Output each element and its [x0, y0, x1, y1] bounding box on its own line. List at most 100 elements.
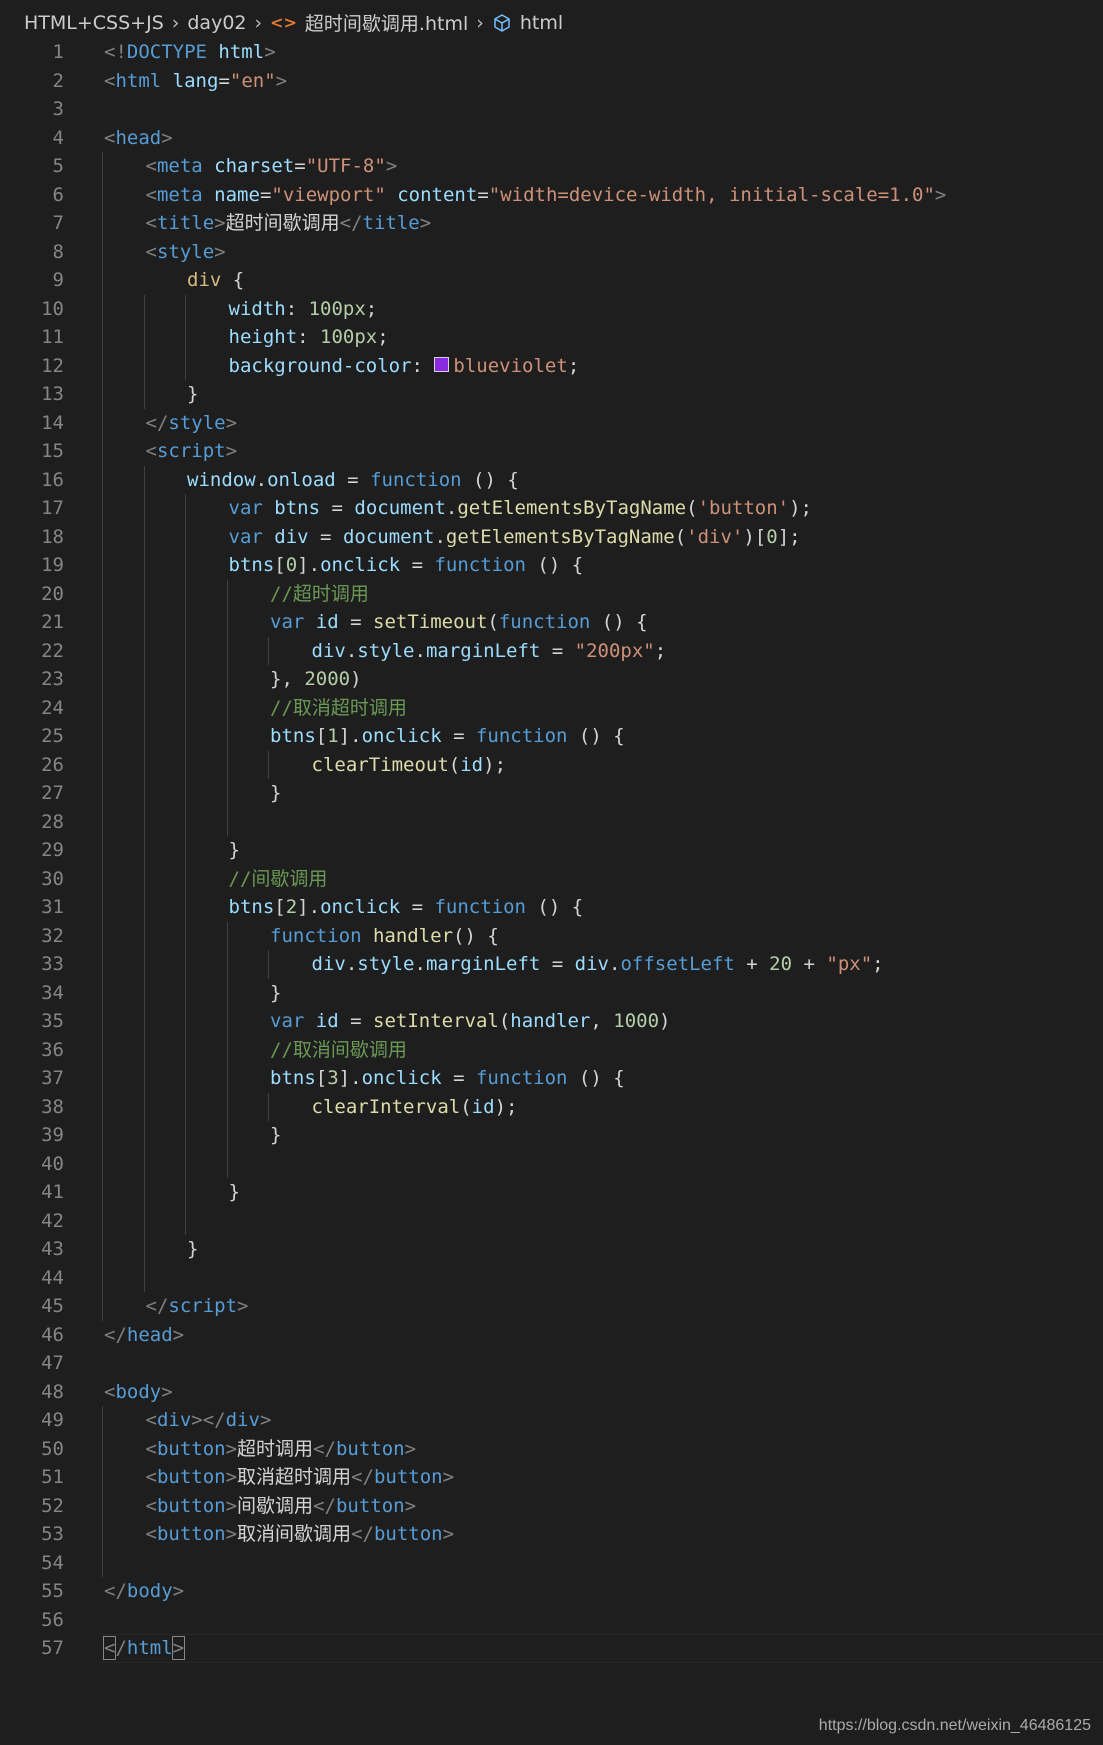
code-line[interactable]: 35 var id = setInterval(handler, 1000): [0, 1007, 1103, 1036]
indent-guide: [143, 893, 145, 922]
code-editor[interactable]: HTML+CSS+JS › day02 › <> 超时间歇调用.html › h…: [0, 0, 1103, 1745]
code-line[interactable]: 53 <button>取消间歇调用</button>: [0, 1520, 1103, 1549]
code-line[interactable]: 23}, 2000): [0, 665, 1103, 694]
code-area[interactable]: 1 <!DOCTYPE html> 2 <html lang="en"> 3 4 <head…: [0, 38, 1103, 1663]
code-token: <: [145, 212, 157, 234]
code-line[interactable]: 25 btns[1].onclick = function () {: [0, 722, 1103, 751]
line-number: 39: [41, 1124, 64, 1146]
code-text: <button>取消间歇调用</button>: [146, 1520, 455, 1549]
indent-guide: [102, 209, 103, 238]
code-line[interactable]: 38 clearInterval(id);: [0, 1092, 1103, 1121]
code-line[interactable]: 19 btns[0].onclick = function () {: [0, 551, 1103, 580]
code-line[interactable]: 7 <title>超时间歇调用</title>: [0, 209, 1103, 238]
matched-bracket: >: [171, 1636, 186, 1660]
code-line[interactable]: 37 btns[3].onclick = function () {: [0, 1064, 1103, 1093]
code-line[interactable]: 17 var btns = document.getElementsByTagNa…: [0, 494, 1103, 523]
code-line[interactable]: 8 <style>: [0, 237, 1103, 266]
code-token: //取消间歇调用: [270, 1038, 407, 1061]
code-token: function: [475, 1067, 568, 1089]
code-line[interactable]: 48 <body>: [0, 1378, 1103, 1407]
indent-guide: [226, 722, 228, 751]
code-line[interactable]: 18 var div = document.getElementsByTagNam…: [0, 522, 1103, 551]
code-line[interactable]: 43}: [0, 1235, 1103, 1264]
code-line[interactable]: 40: [0, 1149, 1103, 1178]
code-line[interactable]: 4 <head>: [0, 124, 1103, 153]
code-token: (: [674, 525, 687, 548]
code-line[interactable]: 12 background-color: blueviolet;: [0, 351, 1103, 380]
breadcrumb-folder-root[interactable]: HTML+CSS+JS: [24, 12, 164, 34]
code-line[interactable]: 29}: [0, 836, 1103, 865]
code-line[interactable]: 36 //取消间歇调用: [0, 1035, 1103, 1064]
code-line[interactable]: 45 </script>: [0, 1292, 1103, 1321]
code-line[interactable]: 21 var id = setTimeout(function () {: [0, 608, 1103, 637]
indent-guide: [102, 522, 103, 551]
code-line[interactable]: 24 //取消超时调用: [0, 693, 1103, 722]
breadcrumb-folder-day02[interactable]: day02: [187, 12, 246, 34]
code-line[interactable]: 51 <button>取消超时调用</button>: [0, 1463, 1103, 1492]
code-line[interactable]: 52 <button>间歇调用</button>: [0, 1491, 1103, 1520]
code-line[interactable]: 34}: [0, 978, 1103, 1007]
code-line[interactable]: 47: [0, 1349, 1103, 1378]
code-line[interactable]: 13}: [0, 380, 1103, 409]
code-token: button: [156, 1437, 226, 1460]
indent-guide: [143, 1206, 145, 1235]
line-number: 5: [52, 155, 64, 177]
code-line[interactable]: 50 <button>超时调用</button>: [0, 1434, 1103, 1463]
code-token: [: [274, 896, 286, 918]
code-line[interactable]: 42: [0, 1206, 1103, 1235]
indent-guide: [102, 1178, 103, 1207]
code-token: ;: [365, 297, 378, 320]
code-token: meta: [156, 183, 203, 206]
line-number: 13: [41, 383, 64, 405]
code-line[interactable]: 27}: [0, 779, 1103, 808]
code-line[interactable]: 46 </head>: [0, 1321, 1103, 1350]
code-text: div {: [187, 266, 244, 295]
code-line[interactable]: 15 <script>: [0, 437, 1103, 466]
code-line[interactable]: 41}: [0, 1178, 1103, 1207]
code-line[interactable]: 10 width: 100px;: [0, 294, 1103, 323]
line-number: 8: [52, 240, 64, 263]
code-line[interactable]: 14 </style>: [0, 408, 1103, 437]
code-line[interactable]: 26 clearTimeout(id);: [0, 750, 1103, 780]
code-line[interactable]: 2 <html lang="en">: [0, 67, 1103, 96]
code-line[interactable]: 56: [0, 1606, 1103, 1635]
code-line[interactable]: 28: [0, 807, 1103, 836]
code-token: marginLeft: [425, 953, 541, 975]
code-line[interactable]: 6 <meta name="viewport" content="width=de…: [0, 180, 1103, 209]
code-line[interactable]: 1 <!DOCTYPE html>: [0, 38, 1103, 67]
code-line[interactable]: 55 </body>: [0, 1577, 1103, 1606]
code-line[interactable]: 30 //间歇调用: [0, 864, 1103, 893]
line-number: 56: [41, 1608, 64, 1631]
code-line[interactable]: 54: [0, 1548, 1103, 1577]
code-token: =: [218, 69, 230, 92]
code-line[interactable]: 3: [0, 95, 1103, 124]
code-token: ;: [872, 953, 884, 975]
code-line[interactable]: 31 btns[2].onclick = function () {: [0, 893, 1103, 922]
code-token: =: [308, 525, 343, 548]
breadcrumb-file[interactable]: 超时间歇调用.html: [305, 9, 468, 36]
code-line[interactable]: 5 <meta charset="UTF-8">: [0, 152, 1103, 181]
code-token: .: [434, 525, 446, 548]
breadcrumb-symbol-html[interactable]: html: [520, 12, 563, 34]
indent-guide: [102, 665, 103, 694]
code-line[interactable]: 39}: [0, 1121, 1103, 1150]
code-line[interactable]: 33 div.style.marginLeft = div.offsetLeft …: [0, 950, 1103, 979]
code-line[interactable]: 9 div {: [0, 266, 1103, 295]
code-line[interactable]: 22 div.style.marginLeft = "200px";: [0, 636, 1103, 665]
code-token: >: [442, 1523, 455, 1545]
code-line[interactable]: 49 <div></div>: [0, 1406, 1103, 1435]
code-line[interactable]: 32 function handler() {: [0, 921, 1103, 950]
line-number: 7: [52, 212, 64, 234]
code-text: clearTimeout(id);: [312, 751, 507, 780]
code-token: 2: [285, 896, 298, 918]
code-token: button: [156, 1494, 226, 1517]
code-line[interactable]: 20 //超时调用: [0, 579, 1103, 608]
code-line[interactable]: 11 height: 100px;: [0, 323, 1103, 352]
code-line[interactable]: 57 </html>: [0, 1634, 1103, 1663]
code-line[interactable]: 16 window.onload = function () {: [0, 465, 1103, 494]
indent-guide: [102, 380, 103, 409]
code-line[interactable]: 44: [0, 1263, 1103, 1292]
indent-guide: [185, 579, 186, 608]
code-token: <: [104, 126, 116, 149]
code-token: 1000: [613, 1010, 660, 1032]
